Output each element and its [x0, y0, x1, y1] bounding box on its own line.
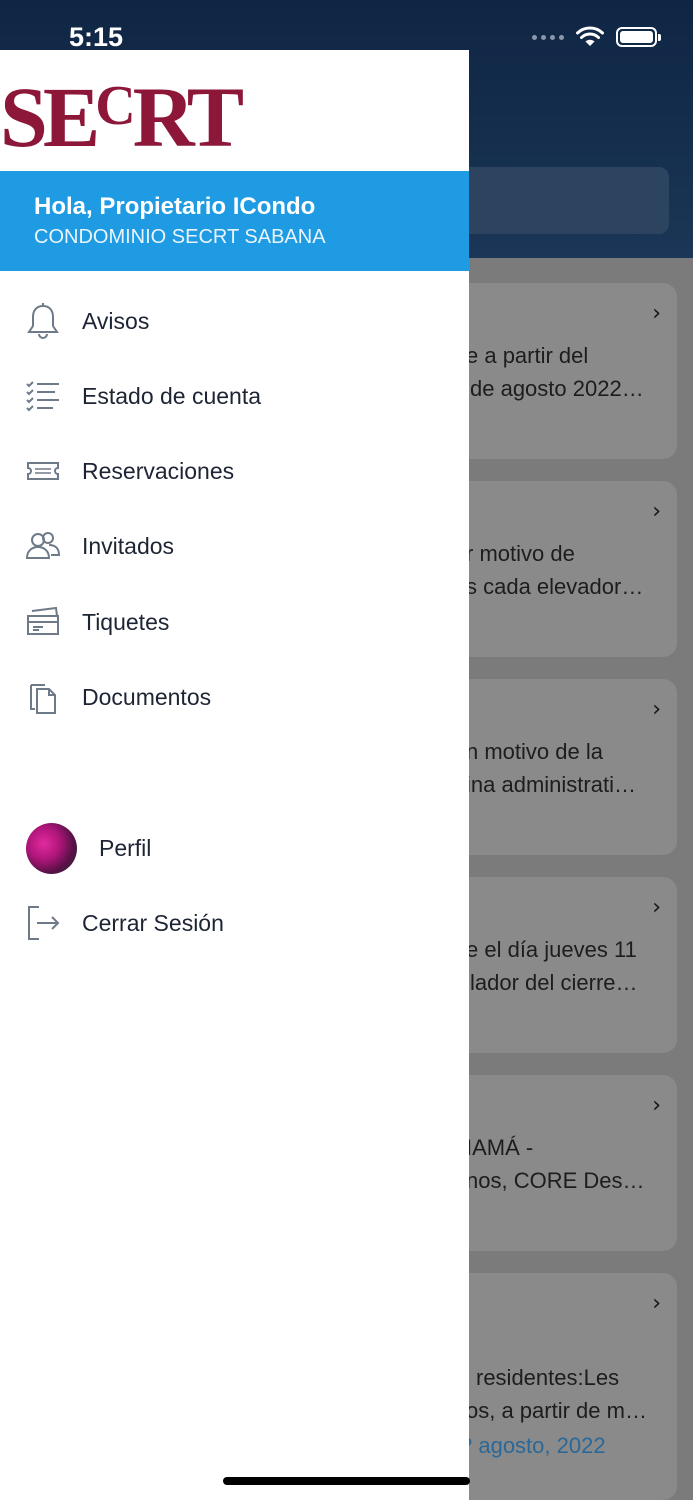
avatar: [26, 822, 77, 874]
chevron-right-icon: ›: [652, 697, 661, 722]
guests-icon: [24, 527, 62, 565]
bell-icon: [24, 302, 62, 340]
chevron-right-icon: ›: [652, 499, 661, 524]
chevron-right-icon: ›: [652, 1291, 661, 1316]
notice-text: os, a partir de m…: [466, 1398, 647, 1423]
menu-item-label: Documentos: [82, 683, 212, 710]
home-indicator[interactable]: [223, 1477, 470, 1485]
menu-item-cerrar-sesion[interactable]: Cerrar Sesión: [0, 893, 469, 953]
menu-item-label: Invitados: [82, 532, 175, 559]
notice-text: de agosto 2022…: [470, 376, 644, 401]
notice-text: n motivo de la: [466, 739, 603, 764]
notice-text: e a partir del: [466, 343, 589, 368]
navigation-drawer: SECRT Hola, Propietario ICondo CONDOMINI…: [0, 50, 469, 1500]
menu-item-label: Perfil: [99, 834, 152, 861]
tickets-icon: [24, 603, 62, 641]
ticket-icon: [24, 452, 62, 490]
menu-item-label: Estado de cuenta: [82, 382, 262, 409]
notice-text: nos, CORE Des…: [466, 1168, 645, 1193]
menu-item-reservaciones[interactable]: Reservaciones: [0, 441, 469, 501]
notice-text: ina administrati…: [466, 772, 636, 797]
menu-item-label: Cerrar Sesión: [82, 909, 224, 936]
menu-item-perfil[interactable]: Perfil: [0, 818, 469, 878]
notice-text: r motivo de: [466, 541, 575, 566]
battery-icon: [616, 27, 661, 47]
status-indicators: [532, 26, 661, 48]
greeting-text: Hola, Propietario ICondo: [34, 193, 316, 220]
secrt-logo: SECRT: [0, 69, 244, 165]
status-time: 5:15: [69, 22, 124, 52]
chevron-right-icon: ›: [652, 895, 661, 920]
user-greeting-banner: Hola, Propietario ICondo CONDOMINIO SECR…: [0, 171, 469, 271]
menu-item-invitados[interactable]: Invitados: [0, 516, 469, 576]
chevron-right-icon: ›: [652, 1093, 661, 1118]
notice-text: residentes:Les: [476, 1365, 620, 1390]
menu-item-label: Avisos: [82, 307, 150, 334]
menu-item-label: Tiquetes: [82, 608, 170, 635]
checklist-icon: [24, 377, 62, 415]
chevron-right-icon: ›: [652, 301, 661, 326]
menu-item-tiquetes[interactable]: Tiquetes: [0, 592, 469, 652]
menu-item-estado-de-cuenta[interactable]: Estado de cuenta: [0, 366, 469, 426]
condominium-name: CONDOMINIO SECRT SABANA: [34, 226, 326, 248]
documents-icon: [24, 678, 62, 716]
wifi-icon: [576, 26, 604, 46]
notice-text: lador del cierre…: [470, 970, 638, 995]
logout-icon: [24, 904, 62, 942]
signal-icon: [532, 34, 564, 40]
notice-text: e el día jueves 11: [466, 937, 637, 962]
menu-item-label: Reservaciones: [82, 457, 235, 484]
notice-date: ? agosto, 2022: [460, 1433, 606, 1458]
notice-text: IAMÁ -: [466, 1135, 534, 1160]
notice-text: s cada elevador…: [466, 574, 644, 599]
menu-item-avisos[interactable]: Avisos: [0, 291, 469, 351]
menu-item-documentos[interactable]: Documentos: [0, 667, 469, 727]
